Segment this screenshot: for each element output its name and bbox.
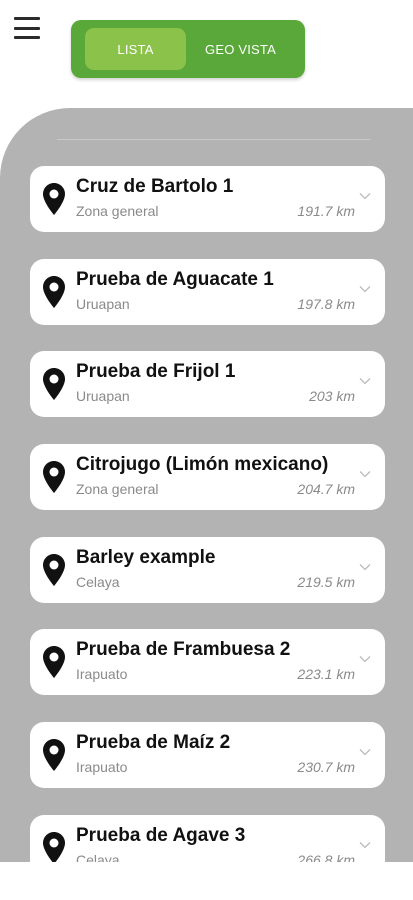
chevron-down-icon[interactable] — [359, 377, 371, 385]
map-pin-icon — [43, 646, 65, 679]
item-subtitle: Irapuato — [76, 759, 128, 776]
map-pin-icon — [43, 831, 65, 864]
list-item[interactable]: Prueba de Maíz 2 Irapuato 230.7 km — [30, 722, 385, 789]
location-list[interactable]: Cruz de Bartolo 1 Zona general 191.7 km … — [30, 166, 385, 900]
map-pin-icon — [43, 183, 65, 215]
item-subtitle: Uruapan — [76, 295, 130, 312]
item-distance: 204.7 km — [297, 481, 355, 498]
item-title: Prueba de Frijol 1 — [76, 361, 236, 383]
item-distance: 203 km — [309, 388, 355, 405]
item-subtitle: Uruapan — [76, 388, 130, 405]
list-item[interactable]: Barley example Celaya 219.5 km — [30, 536, 385, 603]
chevron-down-icon[interactable] — [359, 655, 371, 663]
list-item[interactable]: Prueba de Frambuesa 2 Irapuato 223.1 km — [30, 629, 385, 696]
item-title: Cruz de Bartolo 1 — [76, 176, 234, 197]
bottom-area — [0, 862, 413, 900]
item-title: Barley example — [76, 546, 216, 568]
map-pin-icon — [43, 275, 65, 308]
item-subtitle: Zona general — [76, 203, 159, 219]
chevron-down-icon[interactable] — [359, 563, 371, 571]
divider — [57, 139, 371, 140]
chevron-down-icon[interactable] — [359, 192, 371, 200]
item-title: Prueba de Aguacate 1 — [76, 268, 274, 290]
map-pin-icon — [43, 368, 65, 401]
hamburger-menu-icon[interactable] — [14, 17, 40, 39]
tab-lista[interactable]: LISTA — [85, 28, 186, 70]
item-title: Citrojugo (Limón mexicano) — [76, 454, 329, 476]
chevron-down-icon[interactable] — [359, 470, 371, 478]
item-title: Prueba de Frambuesa 2 — [76, 639, 291, 661]
list-item[interactable]: Citrojugo (Limón mexicano) Zona general … — [30, 444, 385, 511]
chevron-down-icon[interactable] — [359, 285, 371, 293]
item-subtitle: Celaya — [76, 573, 120, 590]
chevron-down-icon[interactable] — [359, 841, 371, 849]
map-pin-icon — [43, 739, 65, 772]
list-item[interactable]: Prueba de Frijol 1 Uruapan 203 km — [30, 351, 385, 418]
tab-geo-vista[interactable]: GEO VISTA — [186, 28, 295, 70]
list-item[interactable]: Prueba de Aguacate 1 Uruapan 197.8 km — [30, 258, 385, 325]
item-subtitle: Irapuato — [76, 666, 128, 683]
chevron-down-icon[interactable] — [359, 748, 371, 756]
item-distance: 223.1 km — [297, 666, 355, 683]
item-title: Prueba de Agave 3 — [76, 824, 246, 846]
item-distance: 230.7 km — [297, 759, 355, 776]
app-screen: LISTA GEO VISTA Cruz de Bartolo 1 Zona g… — [0, 0, 413, 900]
map-pin-icon — [43, 461, 65, 494]
item-distance: 191.7 km — [297, 203, 355, 219]
item-title: Prueba de Maíz 2 — [76, 732, 231, 754]
item-distance: 219.5 km — [297, 573, 355, 590]
list-item[interactable]: Cruz de Bartolo 1 Zona general 191.7 km — [30, 166, 385, 232]
view-toggle: LISTA GEO VISTA — [71, 20, 305, 78]
map-pin-icon — [43, 553, 65, 586]
item-distance: 197.8 km — [297, 295, 355, 312]
item-subtitle: Zona general — [76, 481, 159, 498]
